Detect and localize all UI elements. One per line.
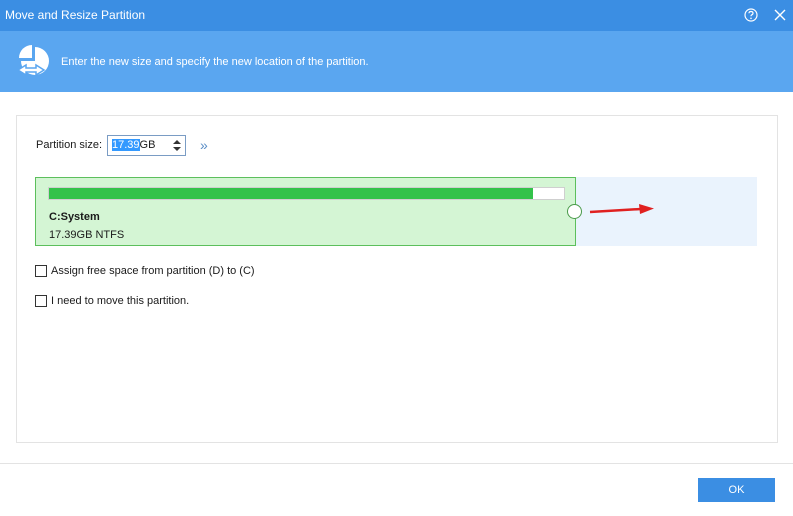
partition-name: C:System [49, 211, 100, 223]
partition-size-value[interactable]: 17.39GB [112, 139, 155, 151]
resize-handle[interactable] [567, 204, 582, 219]
close-icon[interactable] [771, 6, 789, 24]
partition-resize-icon [15, 43, 51, 79]
move-partition-option[interactable]: I need to move this partition. [35, 295, 189, 307]
banner-text: Enter the new size and specify the new l… [61, 56, 369, 68]
partition-size-input[interactable]: 17.39GB [107, 135, 186, 156]
assign-free-space-option[interactable]: Assign free space from partition (D) to … [35, 265, 255, 277]
window-title: Move and Resize Partition [5, 8, 146, 22]
content-panel [16, 115, 778, 443]
assign-free-space-label: Assign free space from partition (D) to … [51, 265, 255, 277]
footer-divider [0, 463, 793, 464]
help-icon[interactable] [742, 6, 760, 24]
partition-info: 17.39GB NTFS [49, 229, 125, 241]
move-partition-label: I need to move this partition. [51, 295, 190, 307]
move-partition-checkbox[interactable] [35, 295, 47, 307]
instruction-banner: Enter the new size and specify the new l… [0, 31, 793, 92]
size-spinner[interactable] [169, 136, 185, 155]
assign-free-space-checkbox[interactable] [35, 265, 47, 277]
title-bar: Move and Resize Partition [0, 0, 793, 31]
spin-up-button[interactable] [173, 140, 181, 144]
partition-block[interactable]: C:System 17.39GB NTFS [35, 177, 576, 246]
double-chevron-right-icon[interactable]: » [200, 137, 208, 153]
usage-fill [49, 188, 534, 199]
usage-bar [48, 187, 565, 200]
partition-size-label: Partition size: [36, 139, 103, 151]
ok-button[interactable]: OK [698, 478, 775, 502]
spin-down-button[interactable] [173, 147, 181, 151]
drag-arrow-icon [589, 204, 654, 214]
